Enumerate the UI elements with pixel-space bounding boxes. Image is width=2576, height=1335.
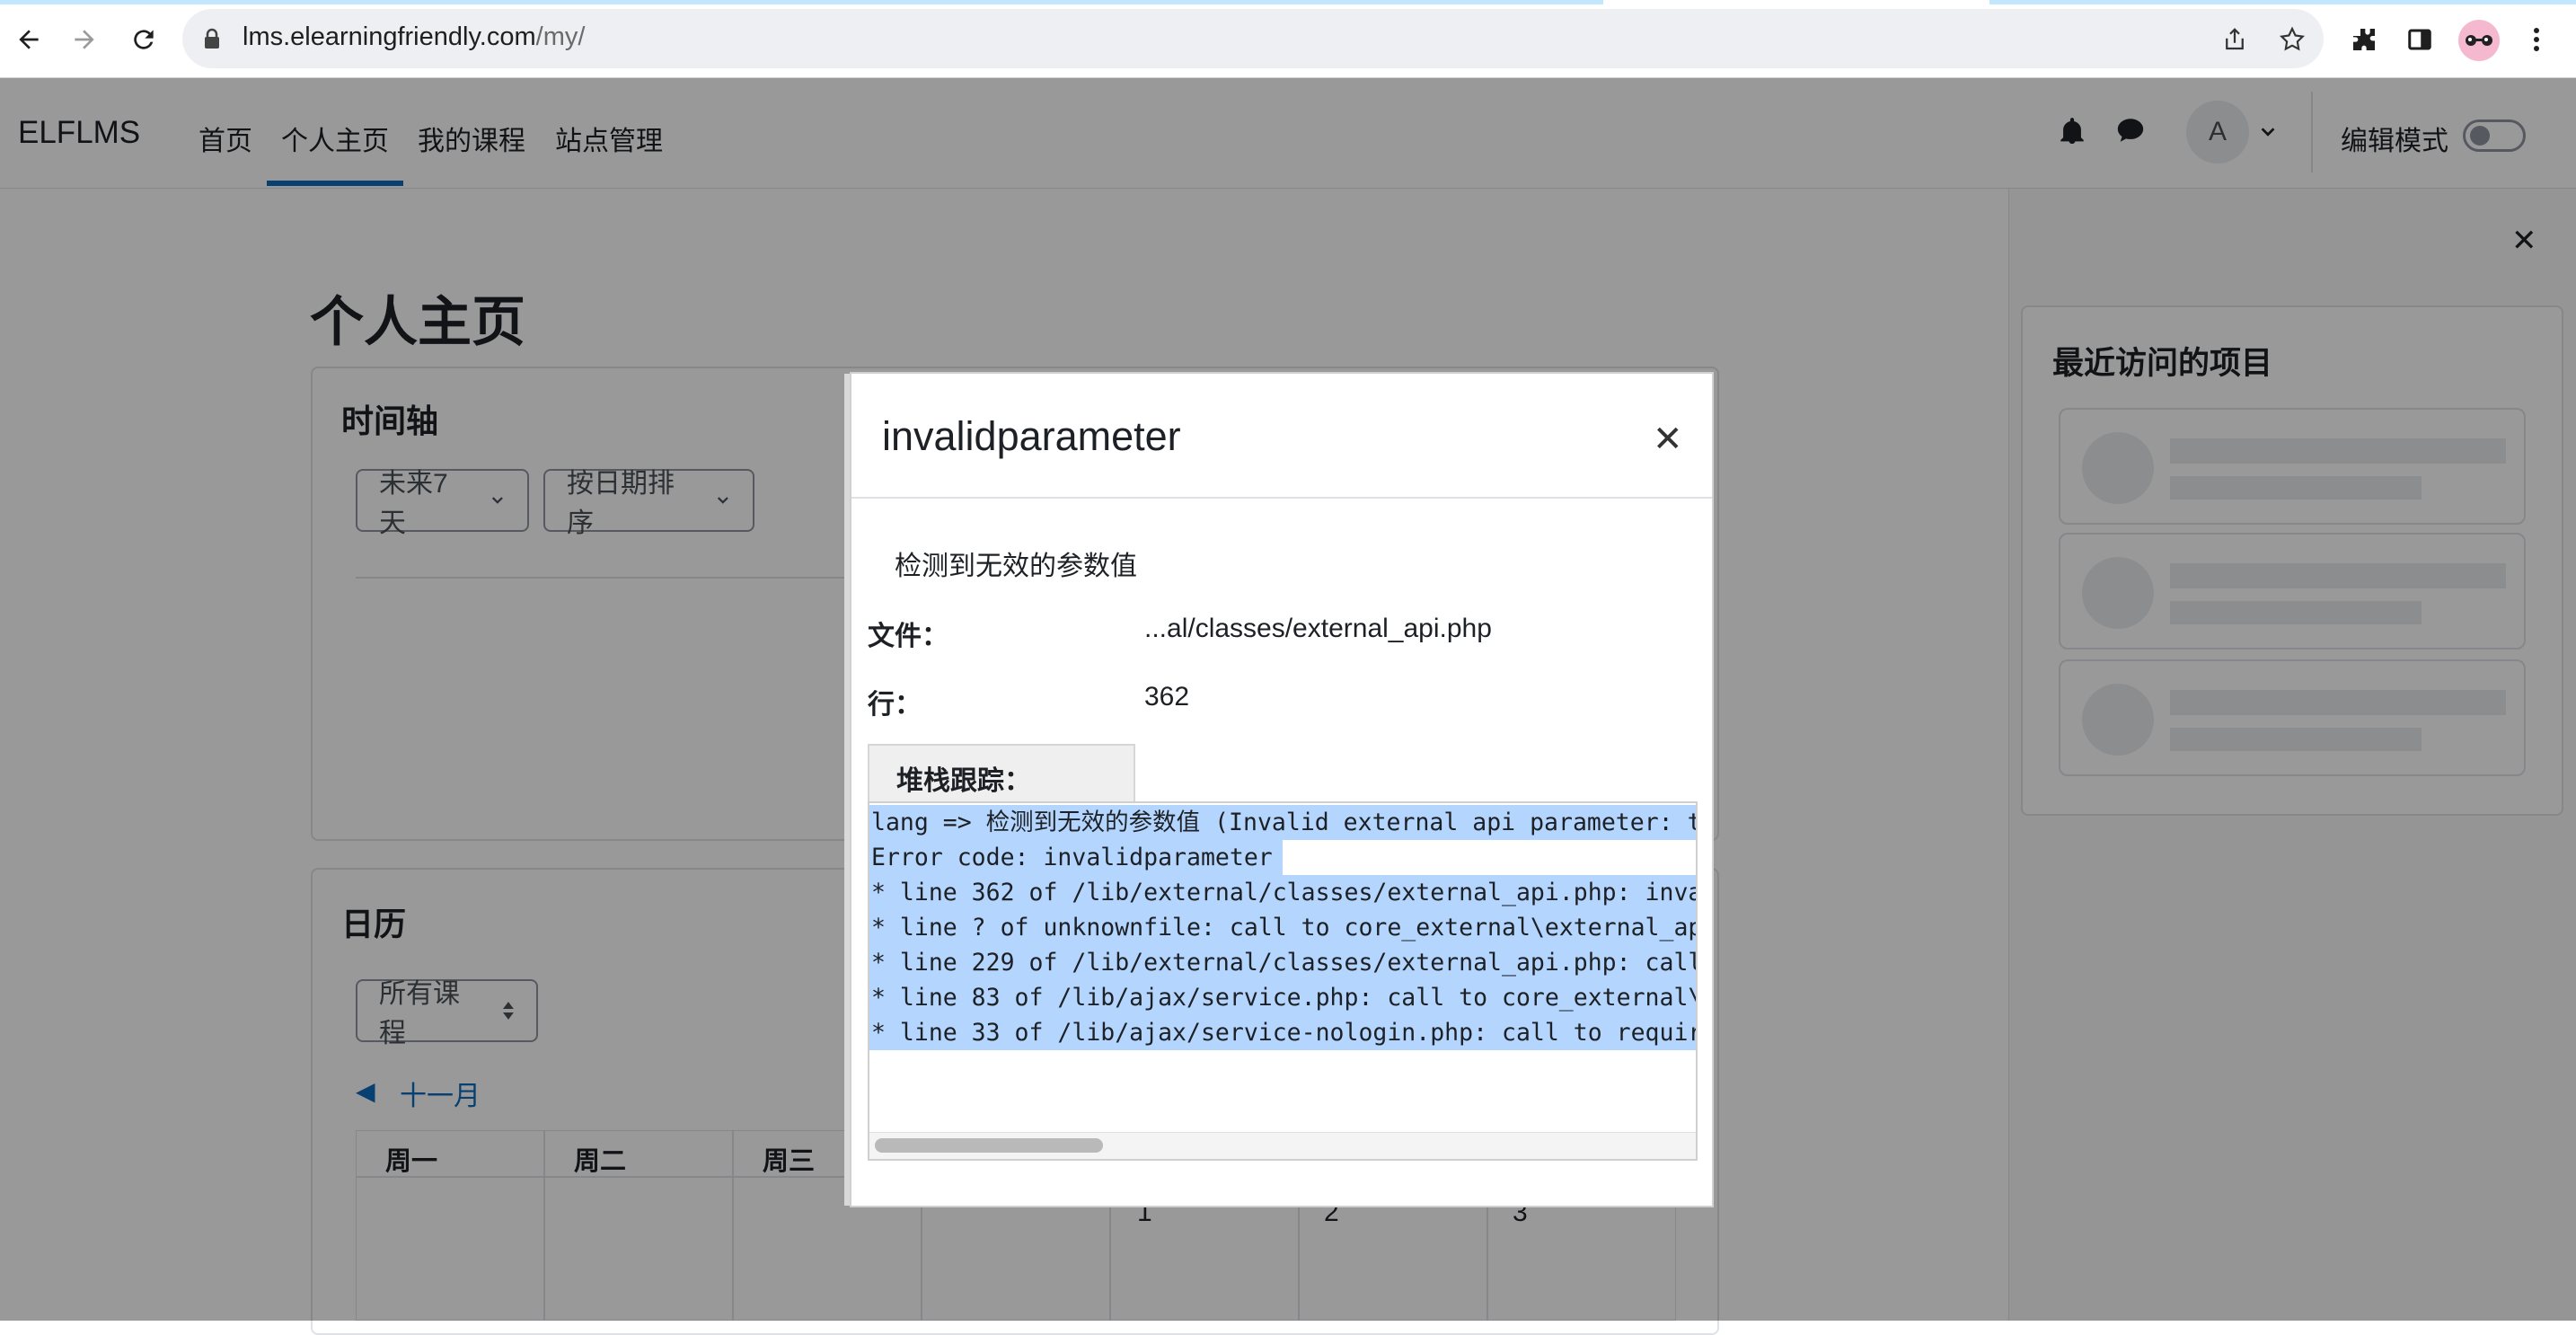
close-icon[interactable]: ✕ [1653,419,1683,460]
stack-trace-line[interactable]: * line 362 of /lib/external/classes/exte… [869,875,1696,910]
error-message: 检测到无效的参数值 [895,552,1137,581]
stack-trace-line[interactable]: lang => 检测到无效的参数值 (Invalid external api … [869,805,1696,840]
back-icon [19,30,39,49]
loading-bar [1989,0,2576,4]
loading-bar [0,0,1603,4]
share-icon[interactable] [2213,18,2256,61]
extensions-icon[interactable] [2342,18,2386,61]
stack-trace-line[interactable]: * line 33 of /lib/ajax/service-nologin.p… [869,1015,1696,1050]
side-panel-icon[interactable] [2398,18,2441,61]
forward-button[interactable] [63,18,106,61]
forward-icon [75,30,94,49]
stack-trace-label[interactable]: 堆栈跟踪： [868,744,1135,803]
line-label: 行： [868,690,922,720]
scrollbar-thumb[interactable] [875,1138,1103,1153]
back-button[interactable] [7,18,50,61]
line-value: 362 [1144,682,1190,712]
file-label: 文件： [868,622,948,651]
stack-trace-line[interactable]: * line 83 of /lib/ajax/service.php: call… [869,980,1696,1015]
stack-trace-line[interactable]: * line ? of unknownfile: call to core_ex… [869,910,1696,945]
dialog-header-divider [851,497,1712,499]
lock-icon[interactable] [203,28,221,54]
url-domain: lms.elearningfriendly.com [243,22,536,51]
dialog-title: invalidparameter [882,413,1181,459]
profile-icon[interactable] [2458,20,2500,61]
file-value: ...al/classes/external_api.php [1144,614,1492,643]
reload-button[interactable] [122,18,165,61]
stack-trace-line[interactable]: * line 229 of /lib/external/classes/exte… [869,945,1696,980]
url-path: /my/ [535,22,586,51]
menu-icon[interactable] [2515,18,2558,61]
star-icon[interactable] [2271,18,2314,61]
stack-trace-line[interactable]: Error code: invalidparameter [869,840,1283,875]
url-text[interactable]: lms.elearningfriendly.com/my/ [243,22,585,52]
stack-trace-box[interactable]: lang => 检测到无效的参数值 (Invalid external api … [868,801,1698,1161]
reload-icon [134,30,154,49]
